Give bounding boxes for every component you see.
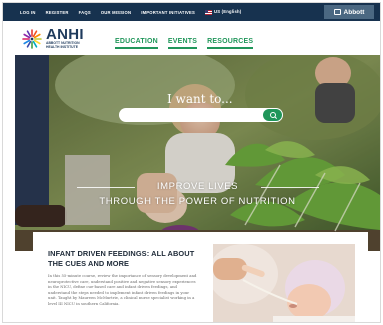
locale-label: US (English) <box>214 9 242 15</box>
feature-photo[interactable] <box>213 244 355 322</box>
nav-education[interactable]: EDUCATION <box>115 38 158 49</box>
brand-text: ANHI ABBOTT NUTRITION HEALTH INSTITUTE <box>46 26 84 50</box>
hero-photo <box>15 55 380 251</box>
main-nav: EDUCATION EVENTS RESOURCES <box>115 38 254 49</box>
utility-links: LOG IN REGISTER FAQS OUR MISSION IMPORTA… <box>20 3 241 21</box>
utility-bar: LOG IN REGISTER FAQS OUR MISSION IMPORTA… <box>3 3 380 21</box>
search-icon <box>269 112 276 118</box>
login-link[interactable]: LOG IN <box>20 10 36 15</box>
abbott-logo-link[interactable]: Abbott <box>324 5 374 19</box>
site-header: ANHI ABBOTT NUTRITION HEALTH INSTITUTE E… <box>3 21 380 55</box>
anhi-burst-icon <box>21 28 43 50</box>
abbott-logo-icon <box>333 9 341 15</box>
hero-banner: I want to... IMPROVE LIVES THROUGH THE P… <box>15 55 380 251</box>
brand-name: ANHI <box>46 26 84 44</box>
feature-card: INFANT DRIVEN FEEDINGS: ALL ABOUT THE CU… <box>33 232 368 322</box>
locale-selector[interactable]: US (English) <box>205 9 242 15</box>
hero-tagline-line1: IMPROVE LIVES <box>156 181 239 192</box>
page-frame: LOG IN REGISTER FAQS OUR MISSION IMPORTA… <box>3 3 380 322</box>
nav-resources[interactable]: RESOURCES <box>207 38 254 49</box>
abbott-label: Abbott <box>343 8 365 16</box>
register-link[interactable]: REGISTER <box>46 10 69 15</box>
hero-search-label: I want to... <box>167 92 233 106</box>
hero-tagline-line2: THROUGH THE POWER OF NUTRITION <box>99 196 296 207</box>
feature-title[interactable]: INFANT DRIVEN FEEDINGS: ALL ABOUT THE CU… <box>48 249 198 268</box>
hero-search-button[interactable] <box>263 109 282 121</box>
feature-description: In this 55-minute course, review the imp… <box>48 273 197 306</box>
nav-events[interactable]: EVENTS <box>167 38 198 49</box>
our-mission-link[interactable]: OUR MISSION <box>101 10 131 15</box>
brand-subtitle-line2: HEALTH INSTITUTE <box>46 45 78 49</box>
important-initiatives-link[interactable]: IMPORTANT INITIATIVES <box>141 10 195 15</box>
hero-search-input[interactable] <box>119 108 283 122</box>
us-flag-icon <box>205 10 213 15</box>
faqs-link[interactable]: FAQS <box>79 10 91 15</box>
anhi-logo[interactable]: ANHI ABBOTT NUTRITION HEALTH INSTITUTE <box>21 26 84 50</box>
